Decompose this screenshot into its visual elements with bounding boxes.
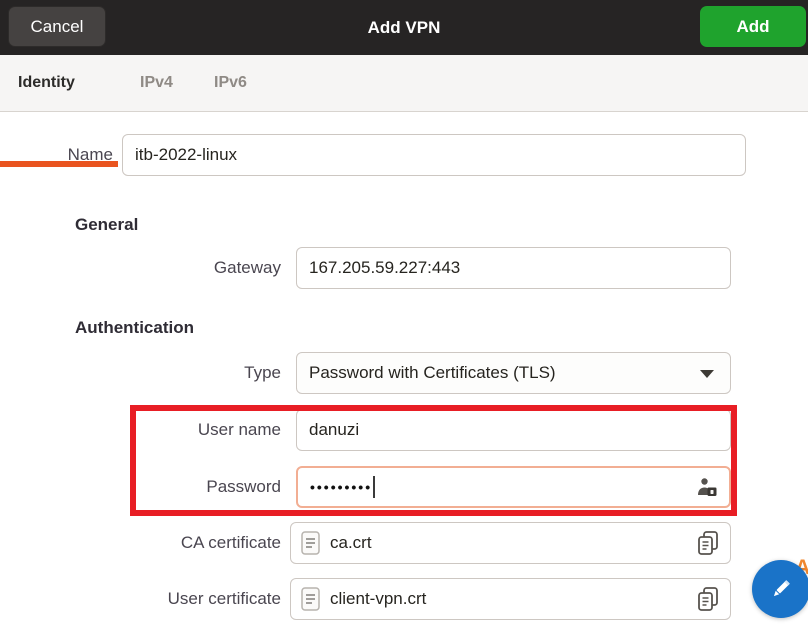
add-vpn-dialog: { "header": { "cancel_label": "Cancel", … <box>0 0 808 627</box>
gateway-label: Gateway <box>0 247 281 289</box>
tab-ipv6[interactable]: IPv6 <box>214 55 247 111</box>
name-label: Name <box>0 134 113 176</box>
authentication-heading: Authentication <box>75 318 194 338</box>
pencil-icon <box>768 576 794 602</box>
edit-fab-button[interactable] <box>752 560 808 618</box>
cancel-button[interactable]: Cancel <box>8 6 106 47</box>
password-input[interactable]: ••••••••• <box>296 466 731 508</box>
gateway-input[interactable]: 167.205.59.227:443 <box>296 247 731 289</box>
type-dropdown[interactable]: Password with Certificates (TLS) <box>296 352 731 394</box>
header-bar: Cancel Add VPN Add <box>0 0 808 55</box>
type-label: Type <box>0 352 281 394</box>
file-icon <box>301 587 321 611</box>
copy-icon[interactable] <box>696 586 720 612</box>
name-input[interactable]: itb-2022-linux <box>122 134 746 176</box>
username-value: danuzi <box>309 420 359 440</box>
user-certificate-label: User certificate <box>0 578 281 620</box>
password-masked-value: ••••••••• <box>310 479 372 495</box>
username-input[interactable]: danuzi <box>296 409 731 451</box>
text-caret <box>373 476 375 498</box>
gateway-value: 167.205.59.227:443 <box>309 258 460 278</box>
person-lock-icon[interactable] <box>695 475 719 499</box>
copy-icon[interactable] <box>696 530 720 556</box>
add-button[interactable]: Add <box>700 6 806 47</box>
username-label: User name <box>0 409 281 451</box>
name-value: itb-2022-linux <box>135 145 237 165</box>
general-heading: General <box>75 215 138 235</box>
user-certificate-chooser[interactable]: client-vpn.crt <box>290 578 731 620</box>
user-certificate-filename: client-vpn.crt <box>330 589 426 609</box>
password-label: Password <box>0 466 281 508</box>
ca-certificate-chooser[interactable]: ca.crt <box>290 522 731 564</box>
ca-certificate-filename: ca.crt <box>330 533 372 553</box>
type-selected-value: Password with Certificates (TLS) <box>309 363 556 383</box>
tab-identity[interactable]: Identity <box>18 55 75 111</box>
dialog-title: Add VPN <box>0 0 808 55</box>
tab-bar: Identity IPv4 IPv6 <box>0 55 808 112</box>
file-icon <box>301 531 321 555</box>
tab-ipv4[interactable]: IPv4 <box>140 55 173 111</box>
ca-certificate-label: CA certificate <box>0 522 281 564</box>
chevron-down-icon <box>700 370 714 378</box>
